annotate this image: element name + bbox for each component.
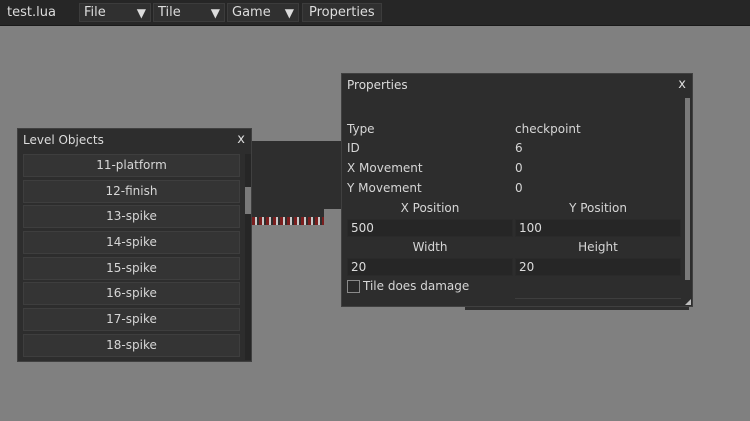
id-value: 6 (515, 141, 523, 155)
list-item[interactable]: 17-spike (23, 308, 240, 332)
chevron-down-icon: ▼ (284, 6, 294, 20)
y-movement-value: 0 (515, 181, 523, 195)
height-label: Height (578, 240, 618, 254)
id-label: ID (347, 141, 360, 155)
list-item[interactable]: 11-platform (23, 154, 240, 177)
y-position-field[interactable]: 100 (515, 219, 681, 237)
height-field[interactable]: 20 (515, 258, 681, 276)
app-title: test.lua (7, 5, 56, 20)
properties-button[interactable]: Properties (302, 3, 382, 22)
list-item[interactable]: 16-spike (23, 282, 240, 306)
file-menu-label: File (84, 5, 106, 20)
list-item[interactable]: 12-finish (23, 179, 240, 203)
divider (515, 298, 681, 299)
spike-row[interactable] (252, 217, 324, 225)
width-field[interactable]: 20 (347, 258, 513, 276)
list-item[interactable]: 14-spike (23, 231, 240, 255)
type-value: checkpoint (515, 122, 581, 136)
list-item[interactable]: 13-spike (23, 205, 240, 229)
properties-window: Properties x Type checkpoint ID 6 X Move… (341, 73, 693, 307)
object-list: 11-platform 12-finish 13-spike 14-spike … (23, 154, 240, 360)
x-position-field[interactable]: 500 (347, 219, 513, 237)
damage-checkbox-label: Tile does damage (363, 279, 470, 293)
close-icon[interactable]: x (237, 132, 245, 147)
y-position-label: Y Position (569, 201, 627, 215)
x-position-label: X Position (400, 201, 460, 215)
window-header[interactable]: Properties x (342, 74, 692, 96)
level-tile-block[interactable] (250, 209, 324, 217)
game-menu-label: Game (232, 5, 271, 20)
file-menu[interactable]: File ▼ (79, 3, 151, 22)
list-item[interactable]: 15-spike (23, 256, 240, 280)
damage-checkbox[interactable] (347, 280, 360, 293)
chevron-down-icon: ▼ (136, 6, 146, 20)
scrollbar[interactable] (685, 98, 690, 280)
width-label: Width (412, 240, 448, 254)
list-item[interactable]: 18-spike (23, 333, 240, 357)
resize-grip-icon[interactable] (685, 299, 691, 305)
game-menu[interactable]: Game ▼ (227, 3, 299, 22)
tile-menu-label: Tile (158, 5, 181, 20)
scrollbar[interactable] (245, 154, 251, 360)
close-icon[interactable]: x (678, 77, 686, 92)
type-label: Type (347, 122, 375, 136)
scrollbar-thumb[interactable] (245, 187, 251, 214)
menu-bar: test.lua File ▼ Tile ▼ Game ▼ Properties (0, 0, 750, 26)
x-movement-value: 0 (515, 161, 523, 175)
chevron-down-icon: ▼ (210, 6, 220, 20)
y-movement-label: Y Movement (347, 181, 422, 195)
window-title: Level Objects (23, 133, 104, 147)
window-header[interactable]: Level Objects x (18, 129, 251, 151)
level-objects-window: Level Objects x 11-platform 12-finish 13… (17, 128, 252, 362)
x-movement-label: X Movement (347, 161, 423, 175)
window-title: Properties (347, 78, 408, 92)
tile-menu[interactable]: Tile ▼ (153, 3, 225, 22)
level-tile-block[interactable] (250, 141, 342, 209)
